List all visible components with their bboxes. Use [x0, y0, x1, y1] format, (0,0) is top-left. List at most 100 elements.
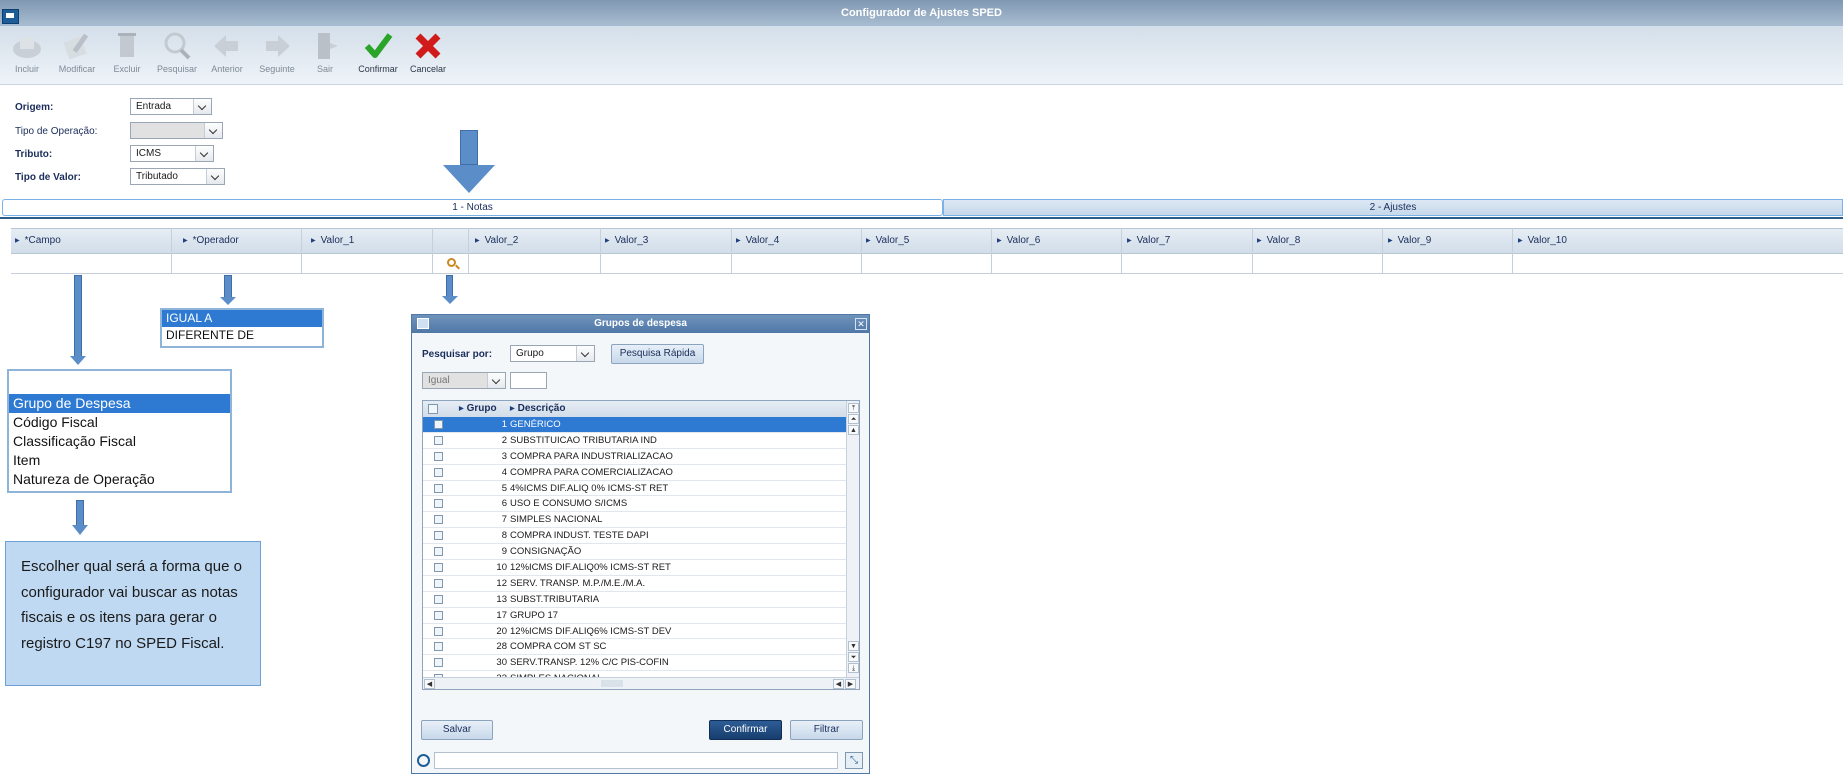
- row-checkbox[interactable]: [434, 563, 443, 573]
- col-valor-1[interactable]: Valor_1: [311, 235, 355, 246]
- col-valor-4[interactable]: Valor_4: [736, 235, 780, 246]
- lookup-search-icon[interactable]: [447, 258, 456, 267]
- row-grupo: 7: [501, 514, 507, 526]
- incluir-button[interactable]: Incluir: [2, 29, 52, 74]
- table-row[interactable]: 20 12%ICMS DIF.ALIQ6% ICMS-ST DEV: [423, 624, 846, 640]
- operator-option[interactable]: IGUAL A: [162, 310, 322, 327]
- tab-notas[interactable]: 1 - Notas: [2, 199, 943, 216]
- field-option[interactable]: Classificação Fiscal: [9, 432, 230, 451]
- cancelar-button[interactable]: Cancelar: [403, 29, 453, 74]
- search-value-input[interactable]: [510, 372, 547, 389]
- table-row[interactable]: 3 COMPRA PARA INDUSTRIALIZACAO: [423, 449, 846, 465]
- table-row[interactable]: 12 SERV. TRANSP. M.P./M.E./M.A.: [423, 576, 846, 592]
- tributo-select[interactable]: ICMS: [130, 145, 214, 162]
- field-option[interactable]: Natureza de Operação: [9, 470, 230, 489]
- scroll-page-up-icon[interactable]: ⏶: [848, 414, 859, 424]
- select-all-checkbox[interactable]: [428, 404, 438, 414]
- col-valor-5[interactable]: Valor_5: [866, 235, 910, 246]
- row-checkbox[interactable]: [434, 420, 443, 429]
- table-row[interactable]: 1 GENÉRICO: [423, 417, 846, 433]
- horizontal-scrollbar[interactable]: ◀ ◀ ▶: [423, 677, 859, 689]
- row-checkbox[interactable]: [434, 483, 443, 493]
- col-valor-6[interactable]: Valor_6: [997, 235, 1041, 246]
- confirm-button[interactable]: Confirmar: [709, 720, 782, 740]
- filter-button[interactable]: Filtrar: [790, 720, 863, 740]
- scroll-top-icon[interactable]: ⤒: [848, 403, 859, 413]
- table-row[interactable]: 10 12%ICMS DIF.ALIQ0% ICMS-ST RET: [423, 560, 846, 576]
- annotation-arrow-callout: [76, 500, 84, 526]
- table-row[interactable]: 7 SIMPLES NACIONAL: [423, 512, 846, 529]
- operator-option[interactable]: DIFERENTE DE: [162, 327, 322, 344]
- row-checkbox[interactable]: [434, 594, 443, 604]
- modificar-button[interactable]: Modificar: [52, 29, 102, 74]
- col-grupo[interactable]: Grupo: [459, 403, 497, 414]
- field-option[interactable]: Item: [9, 451, 230, 470]
- scroll-down-icon[interactable]: ▼: [848, 641, 859, 651]
- row-checkbox[interactable]: [434, 626, 443, 636]
- table-row[interactable]: 17 GRUPO 17: [423, 608, 846, 624]
- field-option[interactable]: Grupo de Despesa: [9, 394, 230, 413]
- row-grupo: 5: [501, 482, 507, 494]
- grupos-despesa-dialog: Grupos de despesa ✕ Pesquisar por: Grupo…: [411, 314, 870, 774]
- vertical-scrollbar[interactable]: ⤒ ⏶ ▲ ▼ ⏷ ⤓: [846, 401, 859, 677]
- comparator-select[interactable]: Igual: [422, 372, 506, 389]
- table-row[interactable]: 4 COMPRA PARA COMERCIALIZACAO: [423, 465, 846, 481]
- table-row[interactable]: 6 USO E CONSUMO S/ICMS: [423, 496, 846, 513]
- quick-search-button[interactable]: Pesquisa Rápida: [611, 344, 704, 364]
- excluir-button[interactable]: Excluir: [102, 29, 152, 74]
- col-valor-8[interactable]: Valor_8: [1257, 235, 1301, 246]
- dialog-window-icon: [417, 318, 429, 329]
- scroll-left-icon[interactable]: ◀: [424, 679, 435, 689]
- seguinte-button[interactable]: Seguinte: [252, 29, 302, 74]
- col-valor-7[interactable]: Valor_7: [1127, 235, 1171, 246]
- scroll-bottom-icon[interactable]: ⤓: [848, 663, 859, 673]
- table-row[interactable]: 2 SUBSTITUICAO TRIBUTARIA IND: [423, 433, 846, 449]
- row-checkbox[interactable]: [434, 642, 443, 652]
- col-descricao[interactable]: Descrição: [510, 403, 566, 414]
- scroll-up-icon[interactable]: ▲: [848, 425, 859, 435]
- resize-icon[interactable]: ⤡: [845, 752, 863, 769]
- row-checkbox[interactable]: [434, 658, 443, 668]
- pesquisar-button[interactable]: Pesquisar: [152, 29, 202, 74]
- row-checkbox[interactable]: [434, 610, 443, 620]
- col-valor-9[interactable]: Valor_9: [1388, 235, 1432, 246]
- row-checkbox[interactable]: [434, 578, 443, 588]
- table-row[interactable]: 30 SERV.TRANSP. 12% C/C PIS-COFIN: [423, 655, 846, 672]
- grid-col-divider: [991, 228, 992, 274]
- grid-row[interactable]: [11, 254, 1843, 274]
- sair-button[interactable]: Sair: [300, 29, 350, 74]
- row-checkbox[interactable]: [434, 499, 443, 509]
- field-option[interactable]: Código Fiscal: [9, 413, 230, 432]
- table-row[interactable]: 28 COMPRA COM ST SC: [423, 639, 846, 656]
- row-checkbox[interactable]: [434, 451, 443, 461]
- anterior-button[interactable]: Anterior: [202, 29, 252, 74]
- origem-select[interactable]: Entrada: [130, 98, 212, 115]
- grid-col-divider: [432, 228, 433, 274]
- table-row[interactable]: 5 4%ICMS DIF.ALIQ 0% ICMS-ST RET: [423, 481, 846, 497]
- scrollbar-grip[interactable]: [601, 680, 623, 687]
- tipo-valor-select[interactable]: Tributado: [130, 168, 225, 185]
- row-checkbox[interactable]: [434, 515, 443, 525]
- scroll-right-icon[interactable]: ▶: [845, 679, 856, 689]
- col-valor-3[interactable]: Valor_3: [605, 235, 649, 246]
- save-button[interactable]: Salvar: [421, 720, 493, 740]
- row-checkbox[interactable]: [434, 467, 443, 477]
- col-campo[interactable]: *Campo: [15, 235, 61, 246]
- table-row[interactable]: 9 CONSIGNAÇÃO: [423, 544, 846, 561]
- row-checkbox[interactable]: [434, 435, 443, 445]
- table-row[interactable]: 13 SUBST.TRIBUTARIA: [423, 592, 846, 608]
- tipo-operacao-select[interactable]: [130, 122, 223, 139]
- search-by-select[interactable]: Grupo: [510, 345, 595, 362]
- row-checkbox[interactable]: [434, 531, 443, 541]
- row-checkbox[interactable]: [434, 547, 443, 557]
- scroll-left-alt-icon[interactable]: ◀: [833, 679, 844, 689]
- tab-ajustes[interactable]: 2 - Ajustes: [943, 199, 1843, 216]
- scroll-page-down-icon[interactable]: ⏷: [848, 652, 859, 662]
- col-valor-2[interactable]: Valor_2: [475, 235, 519, 246]
- table-row[interactable]: 8 COMPRA INDUST. TESTE DAPI: [423, 528, 846, 545]
- col-operador[interactable]: *Operador: [183, 235, 239, 246]
- confirmar-button[interactable]: Confirmar: [353, 29, 403, 74]
- col-valor-10[interactable]: Valor_10: [1518, 235, 1567, 246]
- close-icon[interactable]: ✕: [855, 318, 867, 330]
- tipo-operacao-label: Tipo de Operação:: [15, 126, 98, 137]
